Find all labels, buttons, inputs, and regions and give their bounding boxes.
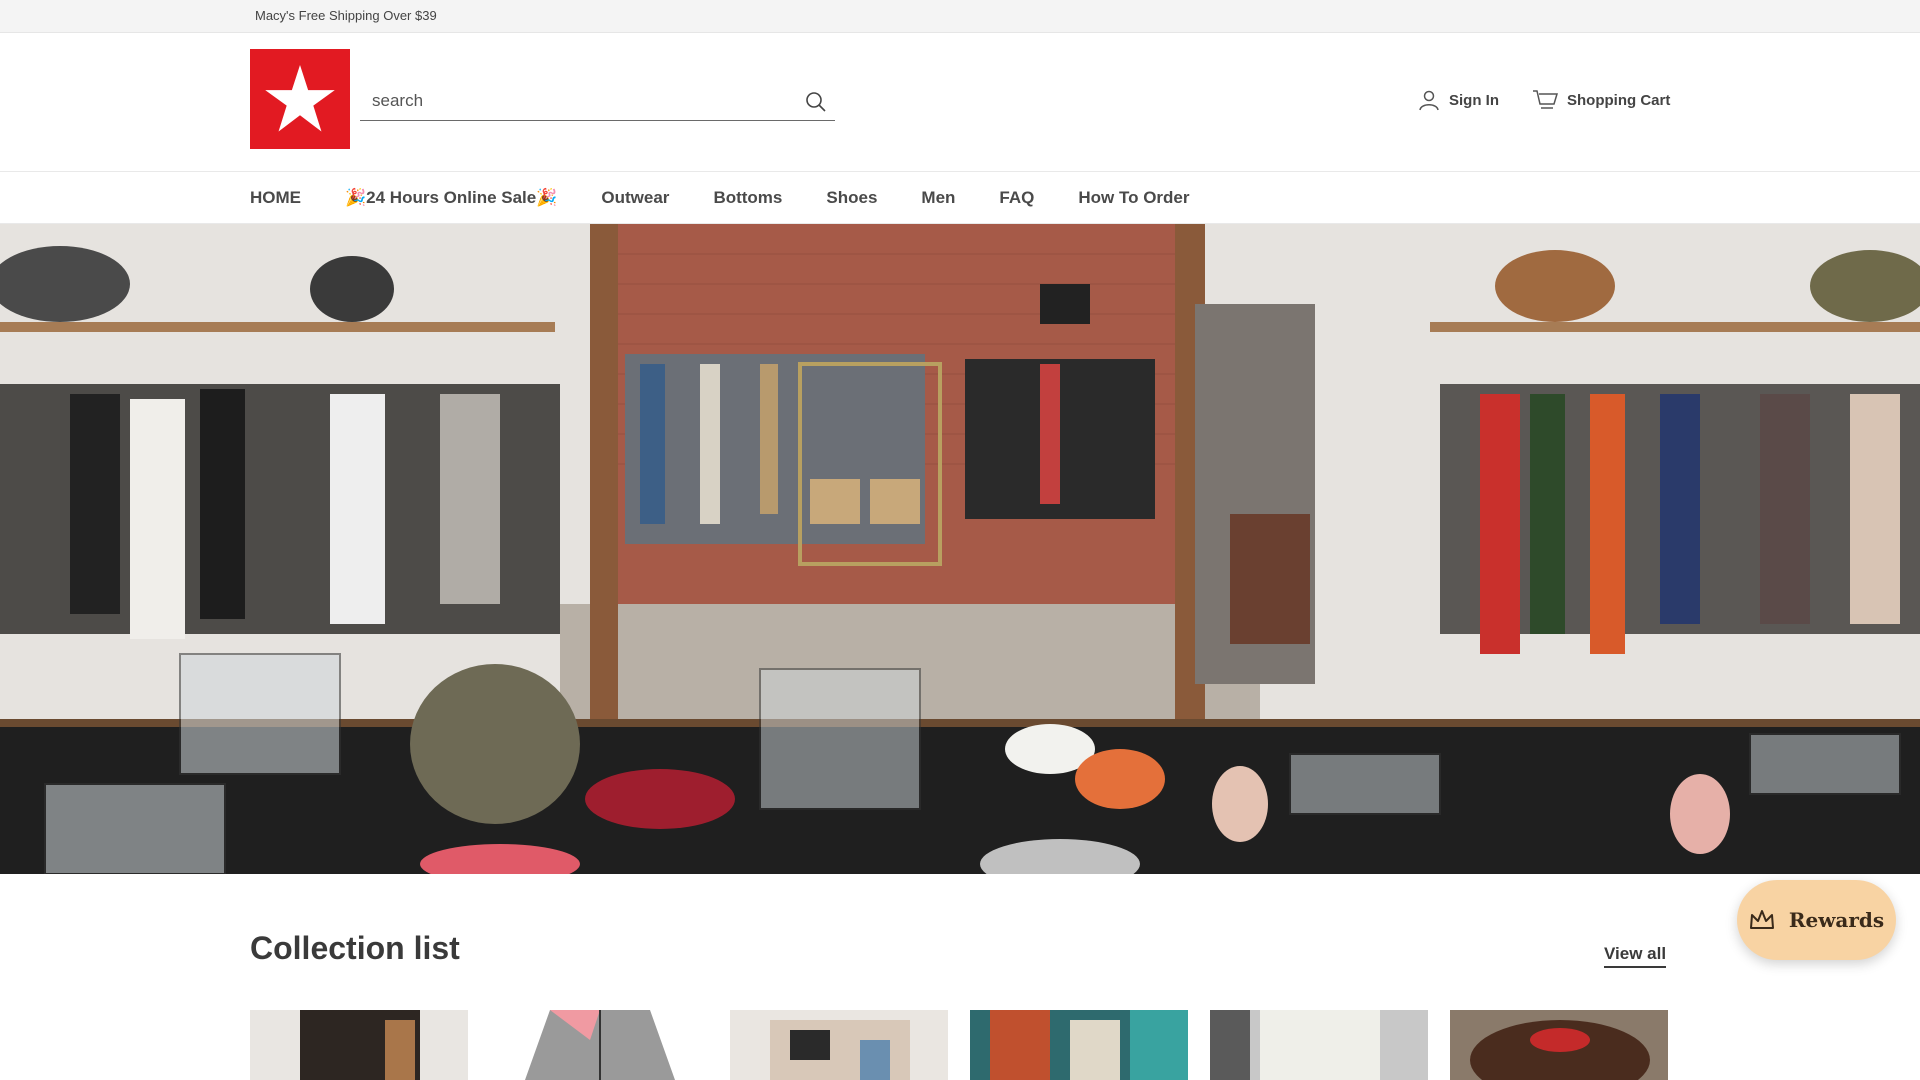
promo-text: Macy's Free Shipping Over $39 bbox=[255, 8, 437, 23]
collection-card[interactable] bbox=[250, 1010, 468, 1080]
sign-in-label: Sign In bbox=[1449, 91, 1499, 109]
search-icon bbox=[806, 92, 826, 112]
search-button[interactable] bbox=[803, 89, 829, 115]
collection-card[interactable] bbox=[970, 1010, 1188, 1080]
search-bar bbox=[360, 83, 835, 121]
collection-card-image bbox=[970, 1010, 1188, 1080]
collection-card[interactable] bbox=[1450, 1010, 1668, 1080]
user-icon bbox=[1419, 90, 1439, 111]
collection-cards bbox=[250, 1010, 1670, 1080]
collection-card[interactable] bbox=[730, 1010, 948, 1080]
rewards-label: Rewards bbox=[1788, 908, 1885, 932]
collection-card-image bbox=[490, 1010, 708, 1080]
nav-item-shoes[interactable]: Shoes bbox=[826, 188, 877, 208]
nav-item-bottoms[interactable]: Bottoms bbox=[713, 188, 782, 208]
hero-banner[interactable] bbox=[0, 224, 1920, 874]
site-logo[interactable] bbox=[250, 49, 350, 149]
view-all-link[interactable]: View all bbox=[1604, 944, 1667, 968]
site-header: Sign In Shopping Cart bbox=[0, 33, 1920, 172]
nav-item-how-to-order[interactable]: How To Order bbox=[1078, 188, 1189, 208]
collection-card[interactable] bbox=[490, 1010, 708, 1080]
nav-item-online-sale[interactable]: 🎉24 Hours Online Sale🎉 bbox=[345, 188, 557, 208]
search-input[interactable] bbox=[360, 83, 790, 119]
cart-icon bbox=[1533, 90, 1558, 109]
nav-item-men[interactable]: Men bbox=[921, 188, 955, 208]
nav-item-home[interactable]: HOME bbox=[250, 188, 301, 208]
collection-card[interactable] bbox=[1210, 1010, 1428, 1080]
collection-card-image bbox=[1450, 1010, 1668, 1080]
hero-image bbox=[0, 224, 1920, 874]
nav-list: HOME 🎉24 Hours Online Sale🎉 Outwear Bott… bbox=[250, 188, 1190, 208]
main-nav: HOME 🎉24 Hours Online Sale🎉 Outwear Bott… bbox=[0, 172, 1920, 224]
collection-title: Collection list bbox=[250, 930, 460, 966]
collection-card-image bbox=[730, 1010, 948, 1080]
nav-item-faq[interactable]: FAQ bbox=[999, 188, 1034, 208]
star-icon bbox=[265, 64, 335, 132]
shopping-cart-label: Shopping Cart bbox=[1567, 91, 1671, 109]
collection-card-image bbox=[1210, 1010, 1428, 1080]
shopping-cart-link[interactable]: Shopping Cart bbox=[1532, 89, 1670, 111]
collection-card-image bbox=[250, 1010, 468, 1080]
nav-item-outwear[interactable]: Outwear bbox=[601, 188, 669, 208]
crown-icon bbox=[1749, 910, 1774, 929]
rewards-button[interactable]: Rewards bbox=[1737, 880, 1896, 960]
sign-in-link[interactable]: Sign In bbox=[1418, 89, 1499, 111]
promo-bar: Macy's Free Shipping Over $39 bbox=[0, 0, 1920, 33]
